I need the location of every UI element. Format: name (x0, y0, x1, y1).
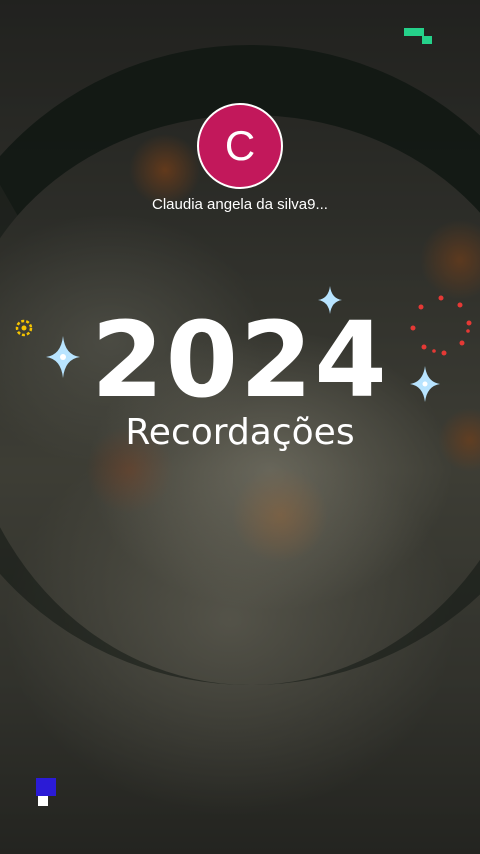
story-screen[interactable]: C Claudia angela da silva9... 2024 Recor… (0, 0, 480, 854)
pixel-deco-icon (404, 28, 432, 46)
subtitle: Recordações (125, 412, 355, 453)
avatar[interactable]: C (197, 103, 283, 189)
year-title: 2024 (91, 299, 389, 421)
pixel-deco-icon (36, 778, 56, 806)
avatar-initial: C (224, 122, 256, 169)
username: Claudia angela da silva9... (152, 196, 328, 213)
